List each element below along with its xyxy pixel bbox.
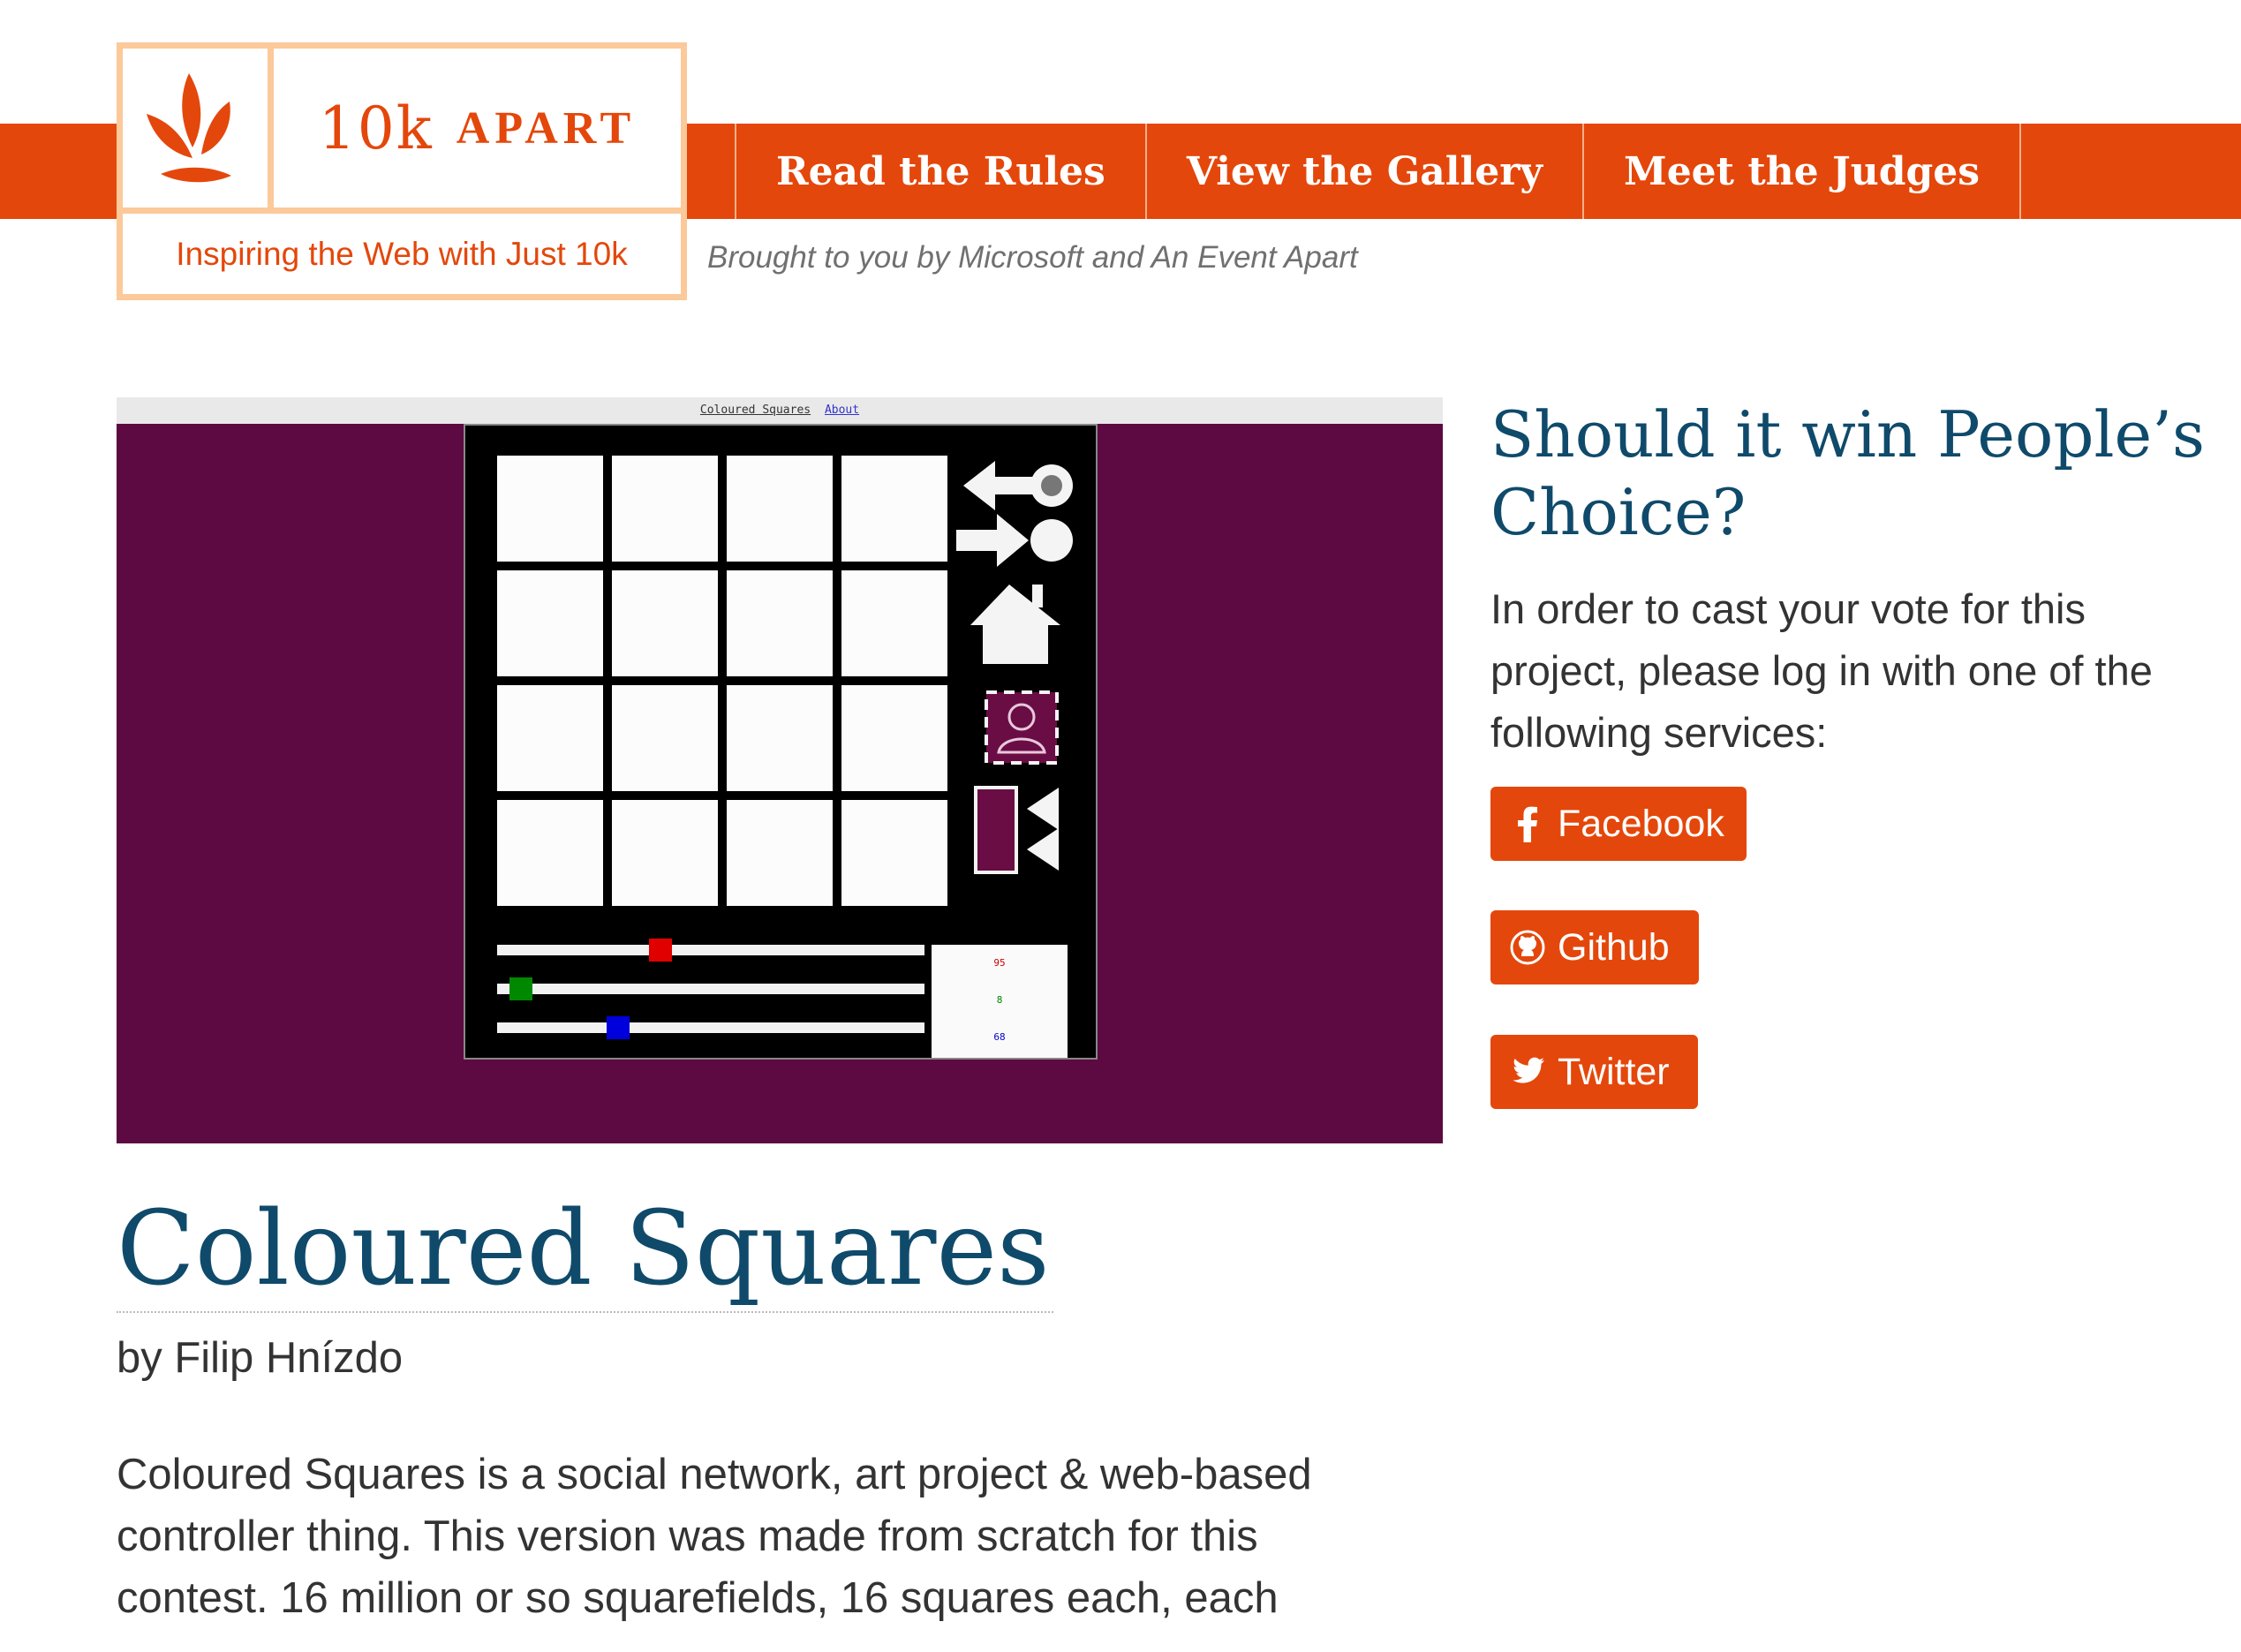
red-slider [497,945,924,955]
user-profile-icon [985,690,1059,765]
project-byline: by Filip Hnízdo [117,1334,404,1382]
project-title: Coloured Squares [117,1188,1053,1313]
square-cell [841,570,947,676]
twitter-login-label: Twitter [1558,1050,1670,1093]
green-value: 8 [996,994,1003,1006]
red-value: 95 [993,957,1006,969]
back-arrow-icon [963,461,1073,510]
nav-meet-judges[interactable]: Meet the Judges [1581,124,2022,219]
sponsor-line: Brought to you by Microsoft and An Event… [707,240,1358,275]
site-logo[interactable]: 10k APART Inspiring the Web with Just 10… [117,42,687,300]
twitter-login-button[interactable]: Twitter [1490,1035,1698,1109]
logo-word: APART [456,102,637,154]
colour-readout: 95 8 68 [932,945,1068,1058]
facebook-icon [1510,806,1545,842]
square-cell [727,685,833,791]
screenshot-about-link: About [824,404,860,417]
logo-number: 10k [318,94,434,162]
square-cell [727,570,833,676]
github-login-label: Github [1558,925,1670,969]
blue-slider-knob [607,1016,630,1039]
square-cell [497,570,603,676]
logo-wordmark: 10k APART [274,49,681,207]
github-login-button[interactable]: Github [1490,910,1699,984]
home-icon [970,585,1060,664]
green-slider [497,984,924,994]
square-cell [841,456,947,562]
red-slider-knob [649,939,672,962]
squares-board: 95 8 68 [464,424,1098,1060]
square-cell [612,800,718,906]
logo-tagline: Inspiring the Web with Just 10k [123,207,681,294]
square-cell [727,800,833,906]
vote-heading: Should it win People’s Choice? [1490,397,2205,549]
screenshot-topbar: Coloured Squares About [117,397,1443,424]
twitter-icon [1510,1054,1545,1090]
forward-arrow-icon [956,514,1073,567]
square-cell [841,685,947,791]
square-cell [612,570,718,676]
project-description: Coloured Squares is a social network, ar… [117,1451,1312,1622]
facebook-login-button[interactable]: Facebook [1490,787,1747,861]
github-icon [1510,930,1545,965]
nav-view-gallery[interactable]: View the Gallery [1144,124,1582,219]
colour-swatch-icon [974,786,1059,874]
square-cell [727,456,833,562]
square-cell [497,800,603,906]
blue-slider [497,1022,924,1033]
square-cell [841,800,947,906]
green-slider-knob [509,977,532,1000]
leaf-logo-icon [123,49,274,207]
vote-instructions: In order to cast your vote for this proj… [1490,585,2153,756]
square-cell [612,456,718,562]
square-cell [497,456,603,562]
screenshot-title-link: Coloured Squares [699,404,811,417]
facebook-login-label: Facebook [1558,802,1724,845]
square-cell [612,685,718,791]
project-screenshot: Coloured Squares About 95 8 68 [117,397,1443,1143]
nav-read-rules[interactable]: Read the Rules [735,124,1145,219]
main-nav: Read the Rules View the Gallery Meet the… [735,124,2022,219]
square-cell [497,685,603,791]
blue-value: 68 [993,1031,1006,1043]
